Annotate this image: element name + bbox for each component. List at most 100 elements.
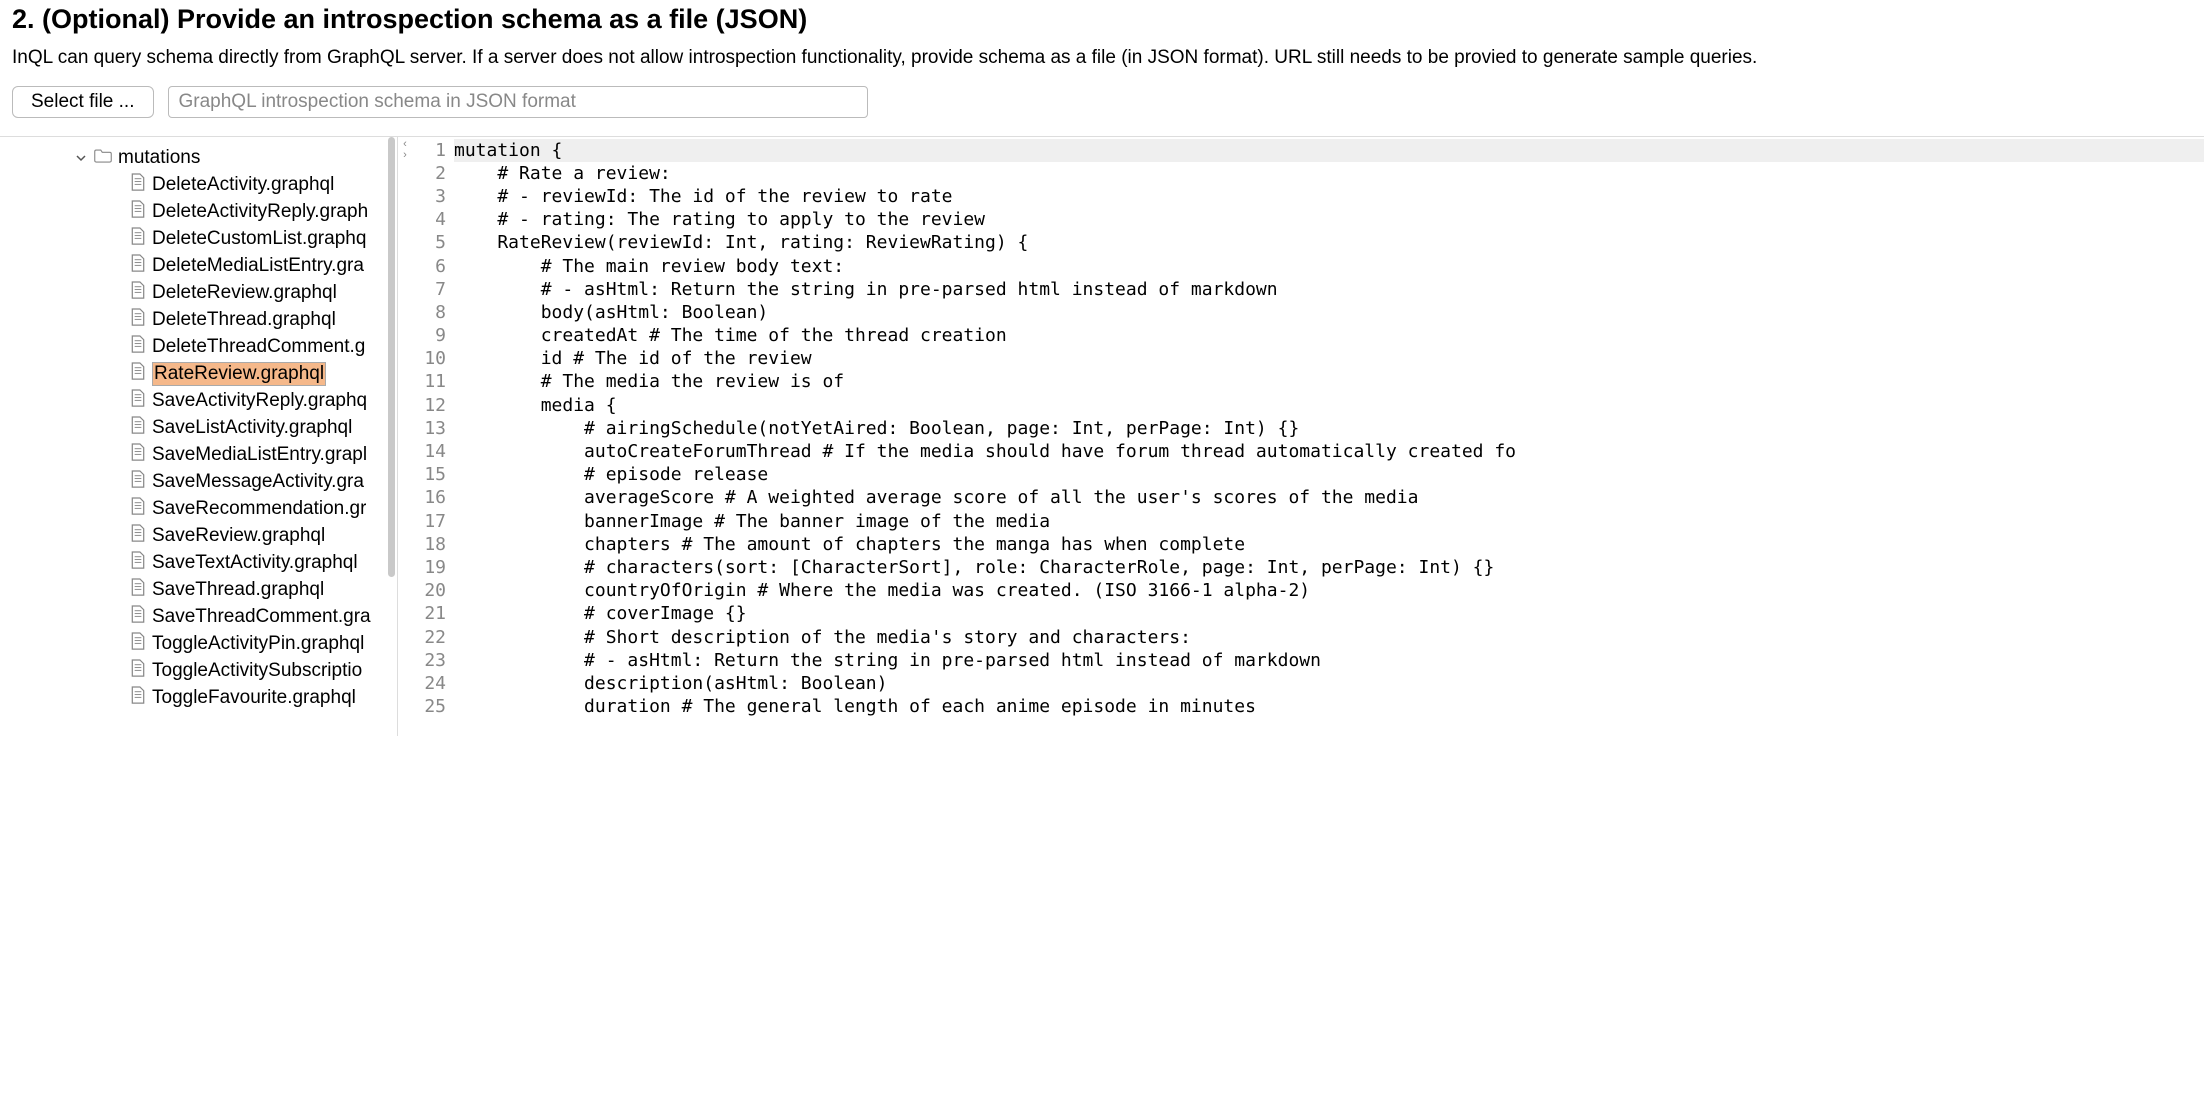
tree-item[interactable]: SaveMediaListEntry.grapl — [0, 442, 397, 469]
tree-item[interactable]: ToggleFavourite.graphql — [0, 685, 397, 712]
code-line[interactable]: # episode release — [454, 463, 2204, 486]
tree-item[interactable]: DeleteCustomList.graphq — [0, 226, 397, 253]
file-icon — [130, 551, 146, 576]
file-tree-pane[interactable]: mutations DeleteActivity.graphql DeleteAc… — [0, 137, 398, 736]
file-icon — [130, 335, 146, 360]
folder-label: mutations — [118, 147, 200, 169]
line-number: 12 — [412, 394, 446, 417]
tree-item[interactable]: SaveMessageActivity.gra — [0, 469, 397, 496]
select-file-button[interactable]: Select file ... — [12, 86, 154, 118]
tree-item[interactable]: SaveTextActivity.graphql — [0, 550, 397, 577]
code-line[interactable]: autoCreateForumThread # If the media sho… — [454, 440, 2204, 463]
line-number: 22 — [412, 626, 446, 649]
tree-item[interactable]: DeleteMediaListEntry.gra — [0, 253, 397, 280]
line-number: 24 — [412, 672, 446, 695]
line-number: 14 — [412, 440, 446, 463]
file-icon — [130, 632, 146, 657]
code-line[interactable]: createdAt # The time of the thread creat… — [454, 324, 2204, 347]
schema-file-input[interactable] — [168, 86, 868, 118]
code-line[interactable]: duration # The general length of each an… — [454, 695, 2204, 718]
file-icon — [130, 200, 146, 225]
code-line[interactable]: bannerImage # The banner image of the me… — [454, 510, 2204, 533]
tree-item[interactable]: DeleteActivity.graphql — [0, 172, 397, 199]
tree-item-label: DeleteCustomList.graphq — [152, 228, 366, 250]
code-line[interactable]: chapters # The amount of chapters the ma… — [454, 533, 2204, 556]
line-number: 10 — [412, 347, 446, 370]
code-line[interactable]: countryOfOrigin # Where the media was cr… — [454, 579, 2204, 602]
tree-folder-mutations[interactable]: mutations — [0, 145, 397, 172]
file-icon — [130, 659, 146, 684]
code-line[interactable]: media { — [454, 394, 2204, 417]
line-number: 1 — [412, 139, 446, 162]
tree-item-label: SaveRecommendation.gr — [152, 498, 366, 520]
line-number: 21 — [412, 602, 446, 625]
code-line[interactable]: # - asHtml: Return the string in pre-par… — [454, 278, 2204, 301]
tree-item-label: DeleteThreadComment.g — [152, 336, 365, 358]
file-icon — [130, 173, 146, 198]
code-line[interactable]: # airingSchedule(notYetAired: Boolean, p… — [454, 417, 2204, 440]
tree-item[interactable]: SaveActivityReply.graphq — [0, 388, 397, 415]
line-number: 9 — [412, 324, 446, 347]
code-line[interactable]: # coverImage {} — [454, 602, 2204, 625]
tree-item[interactable]: SaveRecommendation.gr — [0, 496, 397, 523]
code-line[interactable]: # The media the review is of — [454, 370, 2204, 393]
file-icon — [130, 227, 146, 252]
chevron-right-icon: › — [403, 150, 407, 161]
file-icon — [130, 254, 146, 279]
code-line[interactable]: # characters(sort: [CharacterSort], role… — [454, 556, 2204, 579]
file-icon — [130, 605, 146, 630]
tree-item[interactable]: ToggleActivityPin.graphql — [0, 631, 397, 658]
code-line[interactable]: # - asHtml: Return the string in pre-par… — [454, 649, 2204, 672]
line-number: 2 — [412, 162, 446, 185]
line-number: 18 — [412, 533, 446, 556]
tree-item[interactable]: SaveListActivity.graphql — [0, 415, 397, 442]
code-line[interactable]: # The main review body text: — [454, 255, 2204, 278]
code-line[interactable]: id # The id of the review — [454, 347, 2204, 370]
tree-item[interactable]: DeleteThread.graphql — [0, 307, 397, 334]
section-description: InQL can query schema directly from Grap… — [12, 45, 2192, 72]
pane-splitter[interactable]: ‹ › — [398, 137, 412, 736]
tree-item[interactable]: DeleteThreadComment.g — [0, 334, 397, 361]
tree-item[interactable]: ToggleActivitySubscriptio — [0, 658, 397, 685]
section-heading: 2. (Optional) Provide an introspection s… — [12, 0, 2192, 35]
code-line[interactable]: RateReview(reviewId: Int, rating: Review… — [454, 231, 2204, 254]
code-line[interactable]: # Short description of the media's story… — [454, 626, 2204, 649]
line-number: 19 — [412, 556, 446, 579]
file-icon — [130, 524, 146, 549]
tree-item-label: SaveTextActivity.graphql — [152, 552, 358, 574]
tree-item[interactable]: SaveThread.graphql — [0, 577, 397, 604]
tree-item[interactable]: RateReview.graphql — [0, 361, 397, 388]
tree-item-label: DeleteReview.graphql — [152, 282, 337, 304]
tree-item-label: DeleteActivity.graphql — [152, 174, 334, 196]
code-line[interactable]: # - reviewId: The id of the review to ra… — [454, 185, 2204, 208]
code-content[interactable]: mutation { # Rate a review: # - reviewId… — [454, 137, 2204, 736]
tree-item[interactable]: SaveReview.graphql — [0, 523, 397, 550]
chevron-down-icon[interactable] — [76, 151, 88, 166]
chevron-left-icon: ‹ — [403, 139, 407, 150]
code-line[interactable]: mutation { — [454, 139, 2204, 162]
code-line[interactable]: # Rate a review: — [454, 162, 2204, 185]
file-icon — [130, 443, 146, 468]
tree-item-label: SaveListActivity.graphql — [152, 417, 352, 439]
line-number: 7 — [412, 278, 446, 301]
tree-item-label: ToggleActivitySubscriptio — [152, 660, 362, 682]
file-icon — [130, 416, 146, 441]
file-icon — [130, 281, 146, 306]
file-icon — [130, 578, 146, 603]
tree-item-label: SaveThreadComment.gra — [152, 606, 371, 628]
tree-item[interactable]: DeleteActivityReply.graph — [0, 199, 397, 226]
tree-item[interactable]: SaveThreadComment.gra — [0, 604, 397, 631]
line-number: 8 — [412, 301, 446, 324]
code-line[interactable]: body(asHtml: Boolean) — [454, 301, 2204, 324]
code-line[interactable]: averageScore # A weighted average score … — [454, 486, 2204, 509]
line-number: 17 — [412, 510, 446, 533]
code-editor-pane[interactable]: 1234567891011121314151617181920212223242… — [412, 137, 2204, 736]
line-number: 5 — [412, 231, 446, 254]
tree-item-label: ToggleActivityPin.graphql — [152, 633, 364, 655]
code-line[interactable]: # - rating: The rating to apply to the r… — [454, 208, 2204, 231]
file-icon — [130, 389, 146, 414]
code-line[interactable]: description(asHtml: Boolean) — [454, 672, 2204, 695]
tree-scrollbar[interactable] — [388, 137, 395, 577]
tree-item[interactable]: DeleteReview.graphql — [0, 280, 397, 307]
tree-item-label: DeleteMediaListEntry.gra — [152, 255, 364, 277]
